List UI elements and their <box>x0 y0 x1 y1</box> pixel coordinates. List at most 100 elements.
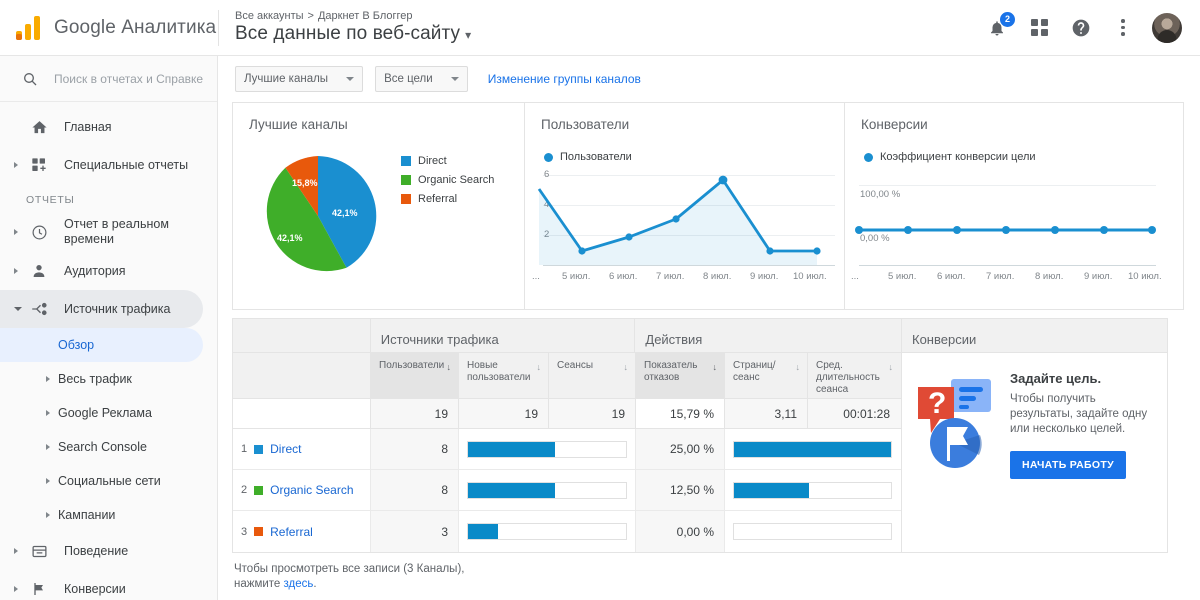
card-title: Конверсии <box>861 117 928 132</box>
start-goal-button[interactable]: НАЧАТЬ РАБОТУ <box>1010 451 1126 479</box>
legend-swatch <box>401 194 411 204</box>
sidebar-item-home[interactable]: Главная <box>0 108 217 146</box>
table-row[interactable]: 2 Organic Search 8 12,50 % <box>233 470 901 511</box>
bar-track <box>733 440 892 458</box>
row-label-cell[interactable]: 2 Organic Search <box>233 470 370 510</box>
apps-grid-icon[interactable] <box>1026 15 1052 41</box>
help-icon[interactable] <box>1068 15 1094 41</box>
set-goal-card: Конверсии ? Задайте цель. Чтобы получить… <box>901 318 1168 553</box>
sidebar-search[interactable] <box>0 56 217 102</box>
brand-area[interactable]: Google Аналитика <box>0 0 218 56</box>
sidebar-item-custom-reports[interactable]: Специальные отчеты <box>0 146 217 184</box>
sidebar-item-traffic-source[interactable]: Источник трафика <box>0 290 203 328</box>
legend-item-organic-search[interactable]: Organic Search <box>401 174 494 186</box>
row-rank: 1 <box>241 443 248 455</box>
column-header-bounce-rate[interactable]: Показатель отказов ↓ <box>635 353 724 398</box>
summary-cards: Лучшие каналы 42,1% 42,1% 15,8% Direct O… <box>218 102 1200 310</box>
footnote-link[interactable]: здесь <box>284 578 314 590</box>
conversions-line-chart[interactable]: 100,00 % 0,00 % ... 5 июл. 6 июл. 7 июл.… <box>845 175 1184 293</box>
page-title[interactable]: Все данные по веб-сайту ▾ <box>235 23 984 45</box>
chevron-down-icon <box>450 77 459 81</box>
users-line-chart[interactable]: 6 4 2 ... 5 июл. 6 июл. 7 июл. 8 июл. 9 … <box>525 169 845 293</box>
users-legend[interactable]: Пользователи <box>544 151 632 163</box>
table-row[interactable]: 3 Referral 3 0,00 % <box>233 511 901 552</box>
row-color-swatch <box>254 444 264 454</box>
goal-illustration: ? <box>910 371 1002 471</box>
row-label-cell[interactable]: 3 Referral <box>233 511 370 552</box>
chevron-right-icon <box>46 376 50 382</box>
sidebar-subitem-campaigns[interactable]: Кампании <box>0 498 217 532</box>
sort-arrow-icon: ↓ <box>446 362 452 372</box>
row-color-swatch <box>254 485 264 495</box>
x-tick-0: ... <box>532 271 540 282</box>
row-duration-bar <box>724 511 900 552</box>
card-title: Лучшие каналы <box>249 117 348 132</box>
table-footnote: Чтобы просмотреть все записи (3 Каналы),… <box>218 553 1200 592</box>
sidebar-subitem-google-ads[interactable]: Google Реклама <box>0 396 217 430</box>
x-tick-4: 8 июл. <box>703 271 732 282</box>
more-options-kebab-icon[interactable] <box>1110 15 1136 41</box>
view-title-text: Все данные по веб-сайту <box>235 23 461 44</box>
chevron-right-icon <box>14 268 18 274</box>
x-tick-4: 8 июл. <box>1035 271 1064 282</box>
notifications-bell-icon[interactable]: 2 <box>984 11 1015 41</box>
footnote-line1: Чтобы просмотреть все записи (3 Каналы), <box>234 563 465 575</box>
sidebar-item-label: Отчет в реальном времени <box>64 217 169 246</box>
sidebar-subitem-label: Кампании <box>58 508 116 522</box>
search-input[interactable] <box>54 71 204 86</box>
card-title: Пользователи <box>541 117 630 132</box>
column-header-users[interactable]: Пользователи ↓ <box>370 353 458 398</box>
bar-fill <box>734 482 810 498</box>
sidebar-item-conversions[interactable]: Конверсии <box>0 570 217 600</box>
conversions-legend[interactable]: Коэффициент конверсии цели <box>864 151 1036 163</box>
top-channels-card: Лучшие каналы 42,1% 42,1% 15,8% Direct O… <box>232 102 525 310</box>
goal-card-body: ? Задайте цель. Чтобы получить результат… <box>902 353 1167 479</box>
top-channels-pie-chart[interactable]: 42,1% 42,1% 15,8% <box>253 151 383 281</box>
column-header-sessions[interactable]: Сеансы ↓ <box>548 353 635 398</box>
account-selector[interactable]: Все аккаунты > Даркнет В Блоггер Все данны… <box>235 10 984 45</box>
breadcrumb-root[interactable]: Все аккаунты <box>235 10 304 22</box>
legend-label: Пользователи <box>560 151 632 163</box>
custom-reports-icon <box>26 157 52 173</box>
sidebar-item-label: Главная <box>64 119 112 134</box>
legend-label: Organic Search <box>418 174 495 186</box>
avatar[interactable] <box>1152 12 1182 43</box>
row-bounce-rate: 0,00 % <box>635 511 724 552</box>
notification-badge: 2 <box>1000 11 1015 27</box>
x-tick-2: 6 июл. <box>609 271 638 282</box>
x-tick-2: 6 июл. <box>937 271 966 282</box>
row-channel-name[interactable]: Referral <box>270 525 313 539</box>
row-channel-name[interactable]: Organic Search <box>270 483 353 497</box>
column-header-pages-per-session[interactable]: Страниц/сеанс ↓ <box>724 353 807 398</box>
table-row[interactable]: 1 Direct 8 25,00 % <box>233 429 901 470</box>
row-color-swatch <box>254 527 264 536</box>
row-label-cell[interactable]: 1 Direct <box>233 429 370 469</box>
legend-dot <box>544 152 553 162</box>
row-channel-name[interactable]: Direct <box>270 442 301 456</box>
sidebar-item-behavior[interactable]: Поведение <box>0 532 217 570</box>
sidebar-subitem-overview[interactable]: Обзор <box>0 328 203 362</box>
bar-track <box>733 481 892 499</box>
sidebar-subitem-search-console[interactable]: Search Console <box>0 430 217 464</box>
row-rank: 3 <box>241 525 248 538</box>
row-bounce-rate: 12,50 % <box>635 470 724 510</box>
legend-item-direct[interactable]: Direct <box>401 155 494 167</box>
sidebar-subitem-label: Весь трафик <box>58 372 132 386</box>
goal-card-title: Конверсии <box>902 319 1167 353</box>
channel-group-select[interactable]: Лучшие каналы <box>235 66 364 92</box>
breadcrumb-account[interactable]: Даркнет В Блоггер <box>318 10 413 22</box>
row-users-bar <box>458 429 635 469</box>
edit-channel-group-link[interactable]: Изменение группы каналов <box>488 72 641 86</box>
table-group-header: Источники трафика Действия <box>233 319 901 353</box>
sidebar-subitem-social[interactable]: Социальные сети <box>0 464 217 498</box>
sidebar-item-audience[interactable]: Аудитория <box>0 252 217 290</box>
column-header-avg-session-duration[interactable]: Сред. длительность сеанса ↓ <box>807 353 900 398</box>
column-header-new-users[interactable]: Новые пользователи ↓ <box>458 353 548 398</box>
sidebar-subitem-all-traffic[interactable]: Весь трафик <box>0 362 217 396</box>
goal-select[interactable]: Все цели <box>375 66 468 92</box>
sidebar-item-realtime[interactable]: Отчет в реальном времени <box>0 212 217 252</box>
users-card: Пользователи Пользователи 6 4 2 ... 5 ию… <box>525 102 845 310</box>
sidebar-subitem-label: Search Console <box>58 440 147 454</box>
bar-track <box>733 523 892 540</box>
legend-item-referral[interactable]: Referral <box>401 193 494 205</box>
